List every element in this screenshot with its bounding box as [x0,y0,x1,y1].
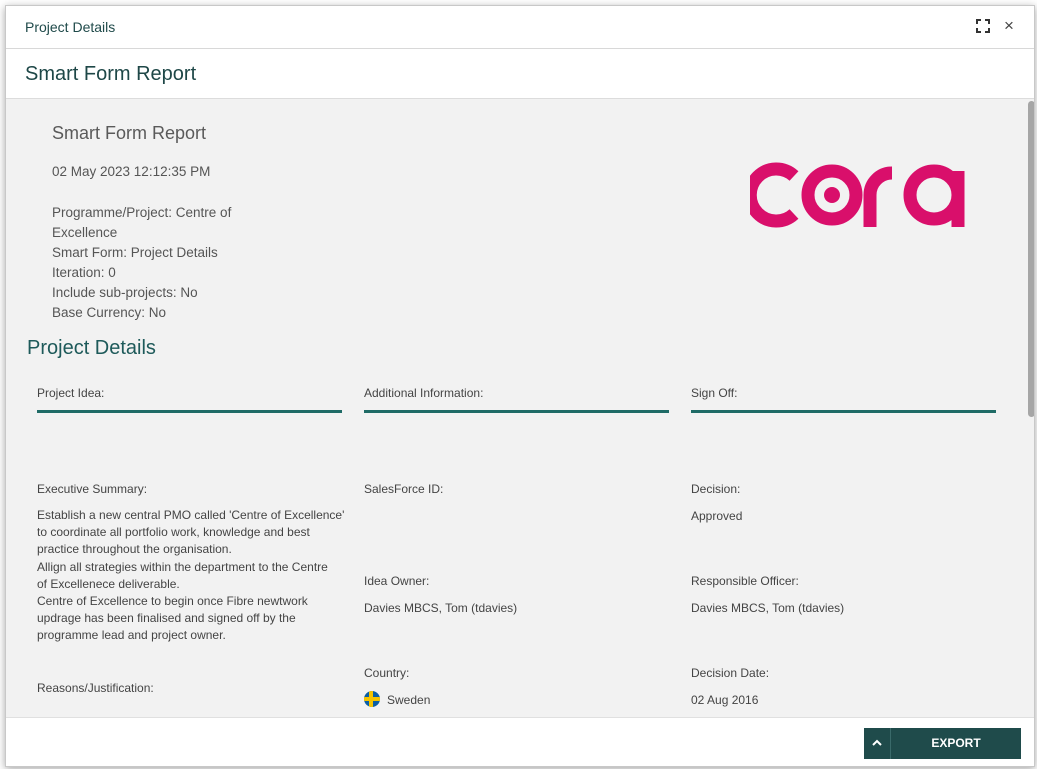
column-label: Project Idea: [37,386,105,400]
report-content: Smart Form Report 02 May 2023 12:12:35 P… [6,99,1027,717]
vertical-scrollbar[interactable] [1027,99,1034,717]
summary-line: to coordinate all portfolio work, knowle… [37,525,310,540]
column-label: Sign Off: [691,386,738,400]
responsible-officer-value: Davies MBCS, Tom (tdavies) [691,601,845,615]
summary-line: practice throughout the organisation. [37,542,232,557]
column-project-idea: Project Idea: [37,383,342,413]
summary-line: Establish a new central PMO called 'Cent… [37,508,345,522]
salesforce-id-label: SalesForce ID: [364,482,444,496]
report-title: Smart Form Report [52,123,207,143]
decision-date-value: 02 Aug 2016 [691,693,759,707]
country-value: Sweden [387,693,431,707]
scrollbar-thumb[interactable] [1028,101,1034,417]
idea-owner-value: Davies MBCS, Tom (tdavies) [364,601,518,615]
summary-line: of Excellenece deliverable. [37,576,180,591]
report-toolbar: Smart Form Report [6,49,1034,99]
meta-programme: Programme/Project: Centre of Excellence [52,205,232,240]
close-icon[interactable]: × [1001,17,1017,34]
export-button[interactable]: EXPORT [891,728,1021,759]
column-sign-off: Sign Off: [691,383,996,413]
dialog-title: Project Details [25,19,116,35]
sweden-flag-icon [364,691,380,707]
meta-base-currency: Base Currency: No [52,305,167,320]
summary-line: programme lead and project owner. [37,628,226,643]
dialog-header: Project Details × [6,6,1034,49]
section-title: Project Details [27,337,156,359]
report-meta: Programme/Project: Centre of Excellence … [52,203,262,323]
summary-line: updrage has been finalised and signed of… [37,611,296,626]
expand-icon[interactable] [975,18,991,34]
decision-value: Approved [691,509,743,523]
meta-smart-form: Smart Form: Project Details [52,245,218,260]
chevron-up-icon[interactable] [864,728,891,759]
country-label: Country: [364,666,410,680]
idea-owner-label: Idea Owner: [364,574,430,588]
summary-line: Allign all strategies within the departm… [37,559,328,574]
reasons-label: Reasons/Justification: [37,681,154,695]
column-additional-info: Additional Information: [364,383,669,413]
project-details-dialog: Project Details × Smart Form Report Smar… [5,5,1035,767]
meta-iteration: Iteration: 0 [52,265,116,280]
report-heading: Smart Form Report [25,63,197,85]
cora-logo: cora [750,162,965,228]
column-label: Additional Information: [364,386,484,400]
report-date: 02 May 2023 12:12:35 PM [52,164,211,179]
decision-label: Decision: [691,482,741,496]
meta-sub-projects: Include sub-projects: No [52,285,198,300]
responsible-officer-label: Responsible Officer: [691,574,799,588]
summary-line: Centre of Excellence to begin once Fibre… [37,594,308,609]
export-button-group[interactable]: EXPORT [864,728,1021,759]
dialog-footer: EXPORT [6,717,1034,766]
executive-summary-value: Establish a new central PMO called 'Cent… [37,507,347,645]
executive-summary-label: Executive Summary: [37,482,148,496]
decision-date-label: Decision Date: [691,666,770,680]
